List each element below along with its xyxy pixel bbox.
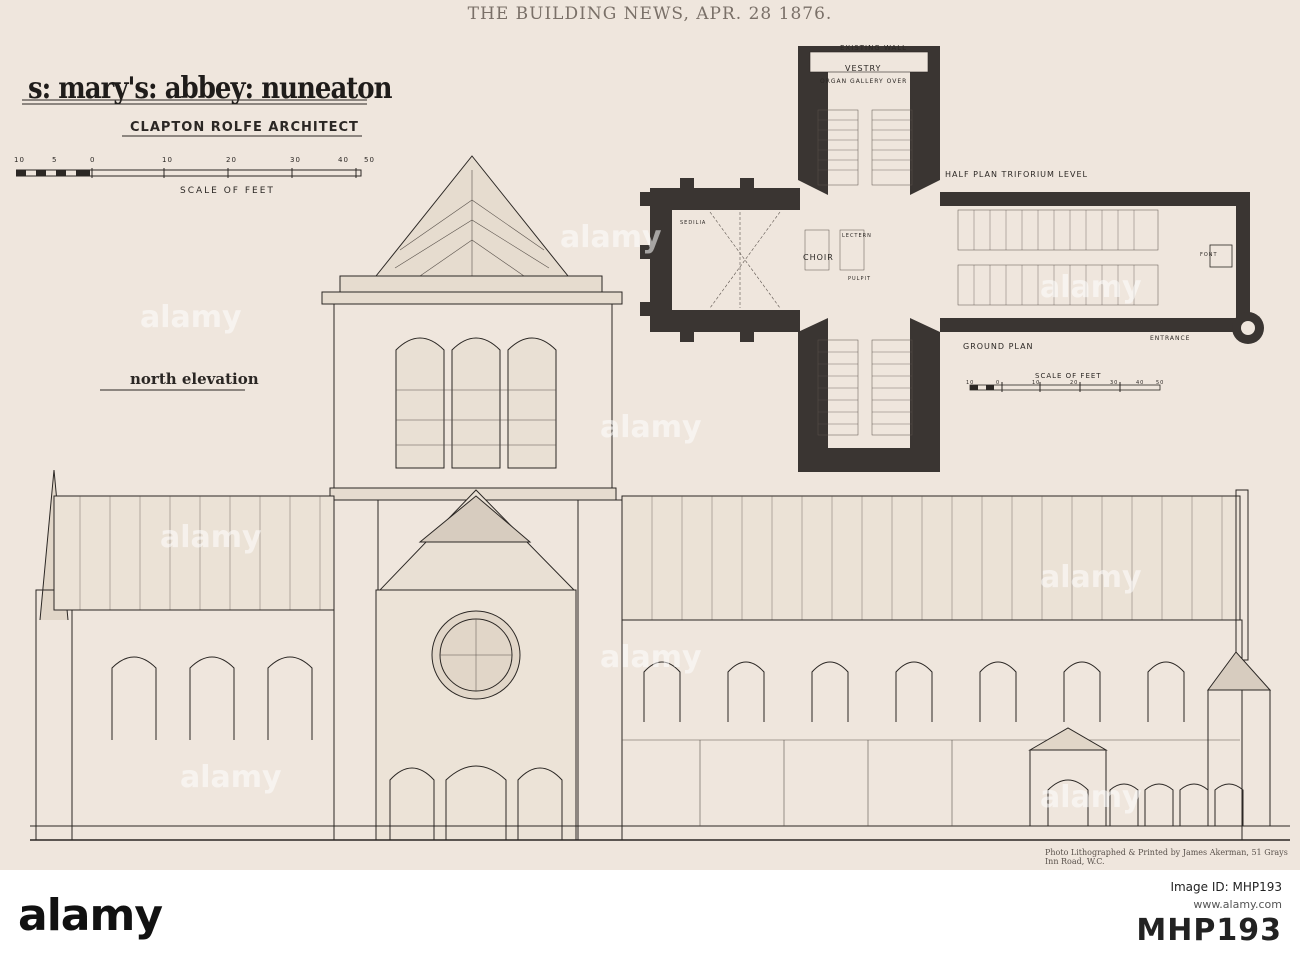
footer-url[interactable]: www.alamy.com <box>1136 898 1282 911</box>
plan-label-vestry: VESTRY <box>845 64 882 73</box>
title-underline <box>22 99 367 105</box>
publication-header: THE BUILDING NEWS, APR. 28 1876. <box>467 4 833 24</box>
north-elevation-drawing <box>30 155 1290 841</box>
architect-underline <box>122 135 362 137</box>
architect-credit: CLAPTON ROLFE ARCHITECT <box>130 120 359 135</box>
printer-credit: Photo Lithographed & Printed by James Ak… <box>1045 848 1288 866</box>
footer-image-id: MHP193 <box>1136 913 1282 948</box>
drawing-sheet: THE BUILDING NEWS, APR. 28 1876. s: mary… <box>0 0 1300 870</box>
footer-logo: alamy <box>18 890 163 941</box>
plan-label-organ-gallery: ORGAN GALLERY OVER <box>820 78 908 85</box>
footer-info: Image ID: MHP193 www.alamy.com MHP193 <box>1136 880 1282 948</box>
footer-bar <box>0 870 1300 954</box>
plan-label-existing-wall: EXISTING WALL <box>840 44 908 52</box>
footer-image-id-label: Image ID: MHP193 <box>1170 880 1282 894</box>
